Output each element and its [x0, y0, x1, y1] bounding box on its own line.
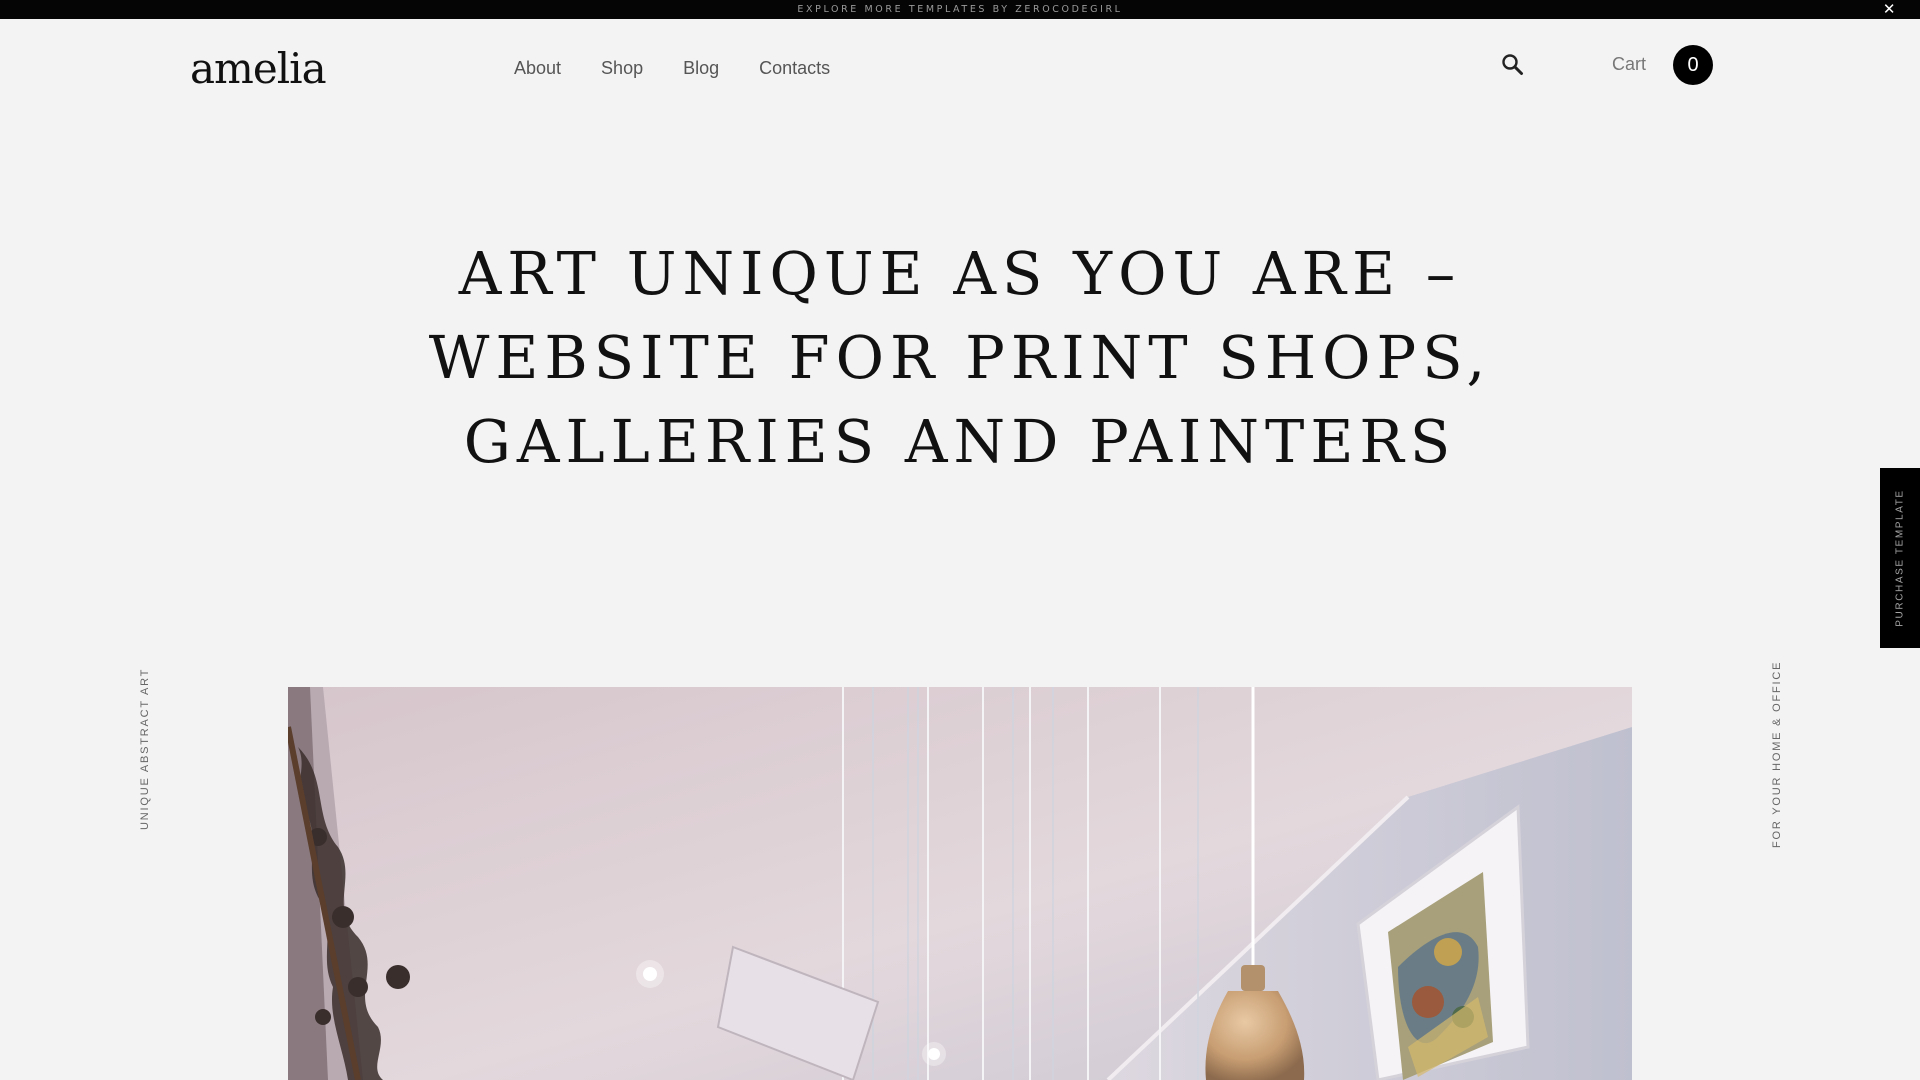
logo[interactable]: amelia	[190, 44, 327, 93]
hero-title-line: GALLERIES AND PAINTERS	[463, 407, 1457, 476]
interior-photo	[288, 687, 1632, 1080]
side-label-right: FOR YOUR HOME & OFFICE	[1771, 660, 1783, 848]
purchase-template-button[interactable]: PURCHASE TEMPLATE	[1880, 468, 1920, 648]
cart-link[interactable]: Cart	[1612, 54, 1646, 75]
nav-item-blog[interactable]: Blog	[683, 58, 719, 79]
hero-title: ART UNIQUE AS YOU ARE – WEBSITE FOR PRIN…	[380, 232, 1540, 484]
cart-count-badge[interactable]: 0	[1673, 45, 1713, 85]
close-icon[interactable]: ✕	[1881, 0, 1900, 19]
search-icon[interactable]	[1500, 52, 1526, 78]
hero-title-line: WEBSITE FOR PRINT SHOPS,	[428, 323, 1492, 392]
nav-item-contacts[interactable]: Contacts	[759, 58, 830, 79]
hero-title-line: ART UNIQUE AS YOU ARE –	[458, 239, 1462, 308]
side-label-left: UNIQUE ABSTRACT ART	[139, 667, 151, 830]
announcement-bar: EXPLORE MORE TEMPLATES BY ZEROCODEGIRL ✕	[0, 0, 1920, 19]
purchase-template-label: PURCHASE TEMPLATE	[1894, 489, 1906, 627]
nav-item-about[interactable]: About	[514, 58, 561, 79]
main-nav: About Shop Blog Contacts	[514, 58, 830, 79]
hero-image	[288, 687, 1632, 1080]
announcement-text: EXPLORE MORE TEMPLATES BY ZEROCODEGIRL	[797, 4, 1123, 15]
nav-item-shop[interactable]: Shop	[601, 58, 643, 79]
